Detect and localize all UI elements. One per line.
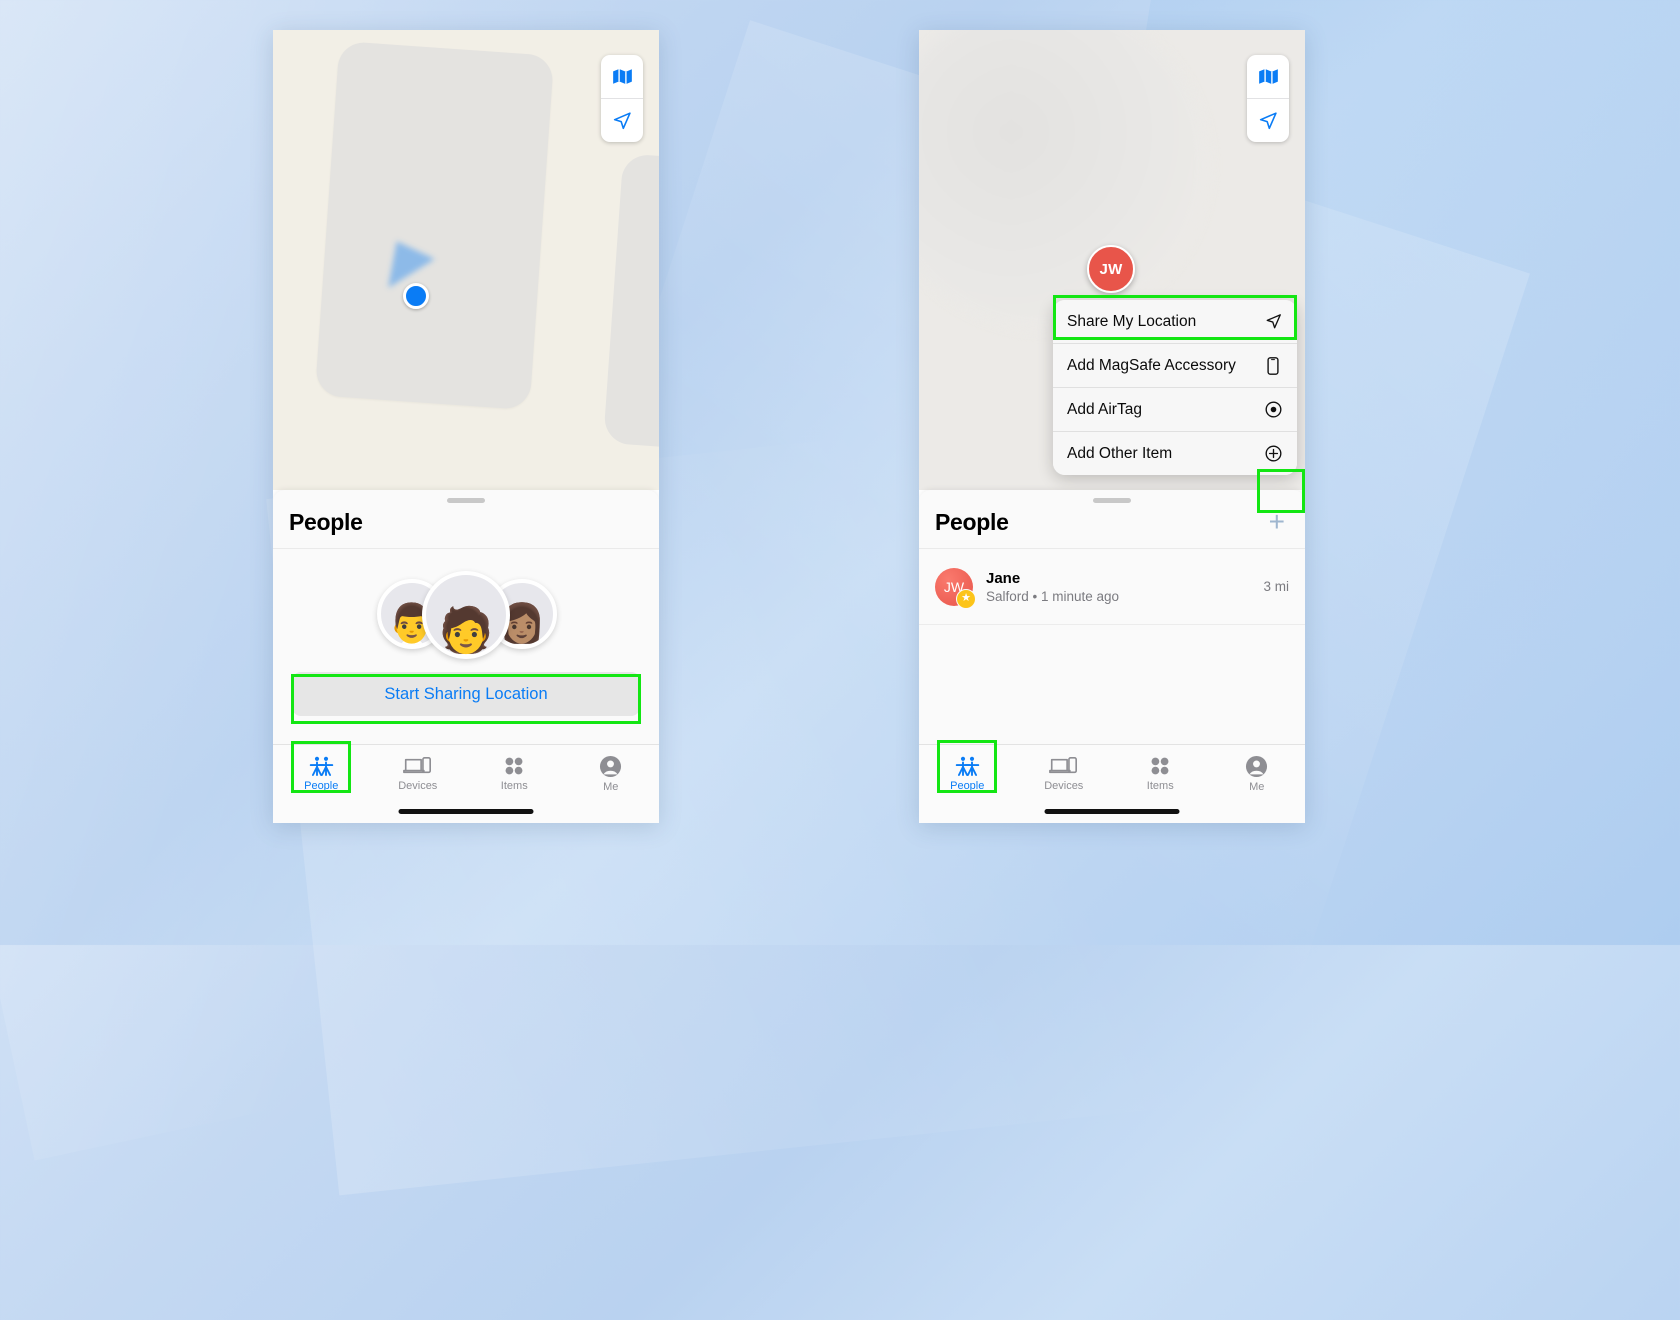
right-phone-screenshot: JW Share My Location Add MagSafe Accesso… bbox=[919, 30, 1305, 823]
menu-item-share-my-location[interactable]: Share My Location bbox=[1053, 300, 1297, 343]
page-title: People bbox=[289, 508, 363, 535]
menu-item-label: Add MagSafe Accessory bbox=[1067, 356, 1236, 374]
locate-me-button[interactable] bbox=[1247, 98, 1289, 142]
menu-item-add-airtag[interactable]: Add AirTag bbox=[1053, 387, 1297, 431]
menu-item-add-other-item[interactable]: Add Other Item bbox=[1053, 431, 1297, 475]
menu-item-label: Share My Location bbox=[1067, 312, 1197, 330]
tab-me-label: Me bbox=[1249, 781, 1265, 793]
home-indicator bbox=[398, 809, 534, 814]
tab-devices-label: Devices bbox=[398, 780, 438, 792]
map-type-button[interactable] bbox=[1247, 55, 1289, 98]
tab-people[interactable]: People bbox=[919, 745, 1016, 823]
plus-circle-icon bbox=[1263, 445, 1283, 462]
people-sheet: People + JW ★ Jane Salford • 1 minute ag… bbox=[919, 490, 1305, 823]
tab-me[interactable]: Me bbox=[563, 745, 660, 823]
current-location-dot bbox=[403, 283, 429, 309]
plus-icon: + bbox=[1268, 506, 1285, 537]
add-person-button[interactable]: + bbox=[1269, 508, 1289, 536]
start-sharing-location-button[interactable]: Start Sharing Location bbox=[292, 672, 640, 716]
people-icon bbox=[955, 756, 979, 776]
map-icon bbox=[612, 69, 632, 85]
me-icon bbox=[1246, 755, 1268, 778]
person-text: Jane Salford • 1 minute ago bbox=[986, 570, 1263, 604]
devices-icon bbox=[1049, 757, 1078, 774]
devices-icon bbox=[403, 757, 432, 774]
navigation-arrow-icon bbox=[613, 111, 631, 129]
menu-item-add-magsafe-accessory[interactable]: Add MagSafe Accessory bbox=[1053, 343, 1297, 387]
tab-devices-label: Devices bbox=[1044, 780, 1084, 792]
people-icon bbox=[309, 756, 333, 776]
airtag-icon bbox=[1263, 401, 1283, 418]
person-distance: 3 mi bbox=[1263, 579, 1289, 594]
tab-bar: People Devices Items Me bbox=[919, 744, 1305, 823]
tab-bar: People Devices Items Me bbox=[273, 744, 659, 823]
star-badge-icon: ★ bbox=[956, 588, 976, 609]
sheet-grabber[interactable] bbox=[1093, 498, 1131, 503]
map-block bbox=[314, 40, 555, 411]
map-type-button[interactable] bbox=[601, 55, 643, 98]
tab-items-label: Items bbox=[500, 780, 528, 792]
map-pin-jw[interactable]: JW bbox=[1087, 245, 1135, 293]
map-canvas[interactable]: JW Share My Location Add MagSafe Accesso… bbox=[919, 30, 1305, 490]
tab-people-label: People bbox=[304, 780, 339, 792]
person-name: Jane bbox=[986, 569, 1021, 587]
page-title: People bbox=[935, 508, 1009, 535]
items-icon bbox=[1151, 757, 1169, 775]
memoji-center-pin: 🧑 bbox=[422, 571, 510, 659]
navigation-arrow-icon bbox=[1263, 313, 1283, 330]
locate-me-button[interactable] bbox=[601, 98, 643, 142]
map-controls bbox=[1247, 55, 1289, 142]
memoji-center: 🧑 bbox=[438, 606, 494, 655]
map-icon bbox=[1258, 69, 1278, 85]
person-subtitle: Salford • 1 minute ago bbox=[986, 588, 1120, 604]
home-indicator bbox=[1044, 809, 1180, 814]
map-block bbox=[919, 30, 1209, 330]
avatar: JW ★ bbox=[935, 567, 976, 609]
map-pin-initials: JW bbox=[1099, 260, 1123, 278]
phone-icon bbox=[1263, 356, 1283, 375]
me-icon bbox=[600, 755, 622, 778]
map-controls bbox=[601, 55, 643, 142]
add-menu: Share My Location Add MagSafe Accessory … bbox=[1053, 300, 1297, 475]
menu-item-label: Add Other Item bbox=[1067, 444, 1173, 462]
left-phone-screenshot: People 👨 👩🏽 🧑 Start Sharing Location Peo… bbox=[273, 30, 659, 823]
people-sheet: People 👨 👩🏽 🧑 Start Sharing Location Peo… bbox=[273, 490, 659, 823]
menu-item-label: Add AirTag bbox=[1067, 400, 1142, 418]
map-canvas[interactable] bbox=[273, 30, 659, 490]
tab-me[interactable]: Me bbox=[1209, 745, 1306, 823]
tab-people-label: People bbox=[950, 780, 985, 792]
map-block bbox=[603, 153, 659, 457]
items-icon bbox=[505, 757, 523, 775]
start-sharing-location-label: Start Sharing Location bbox=[384, 684, 548, 703]
tab-items-label: Items bbox=[1146, 780, 1174, 792]
sheet-grabber[interactable] bbox=[447, 498, 485, 503]
tab-people[interactable]: People bbox=[273, 745, 370, 823]
tab-me-label: Me bbox=[603, 781, 619, 793]
list-item[interactable]: JW ★ Jane Salford • 1 minute ago 3 mi bbox=[919, 549, 1305, 625]
navigation-arrow-icon bbox=[1259, 111, 1277, 129]
